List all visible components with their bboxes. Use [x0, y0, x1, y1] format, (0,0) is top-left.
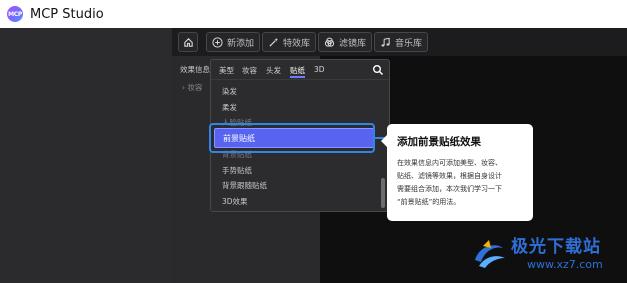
- home-button[interactable]: [178, 32, 198, 52]
- toolbar: 新添加 特效库 滤镜库 音乐库: [172, 28, 627, 56]
- app-window: MCP MCP Studio 新添加 特效库 滤镜库 音乐库 效果信息 › 妆容: [0, 0, 627, 283]
- filter-library-button[interactable]: 滤镜库: [318, 32, 373, 52]
- callout-line: 在效果信息内可添加美型、妆容、: [397, 159, 502, 167]
- music-note-icon: [381, 37, 390, 47]
- watermark: 极光下载站 www.xz7.com: [469, 232, 619, 278]
- plus-circle-icon: [212, 36, 223, 48]
- add-new-button[interactable]: 新添加: [206, 32, 261, 52]
- effects-library-label: 特效库: [283, 38, 311, 49]
- aurora-logo-icon: [475, 240, 505, 268]
- add-new-label: 新添加: [227, 38, 255, 49]
- tab-makeup[interactable]: 妆容: [242, 65, 257, 76]
- effect-info-label: 效果信息: [180, 65, 210, 74]
- watermark-title: 极光下载站: [511, 237, 601, 257]
- tab-hair[interactable]: 头发: [266, 65, 281, 76]
- makeup-row[interactable]: › 妆容: [182, 82, 202, 93]
- tab-stickers[interactable]: 贴纸: [290, 65, 305, 78]
- tab-3d[interactable]: 3D: [314, 65, 325, 74]
- effects-library-button[interactable]: 特效库: [262, 32, 317, 52]
- highlight-frame: [209, 123, 375, 153]
- callout-line: “前景贴纸”的用法。: [397, 198, 461, 206]
- callout-body: 在效果信息内可添加美型、妆容、 贴纸、滤镜等效果，根据自身设计 需要组合添加，本…: [397, 157, 523, 209]
- dropdown-scrollbar[interactable]: [381, 178, 385, 208]
- home-icon: [183, 37, 193, 47]
- callout-line: 贴纸、滤镜等效果，根据自身设计: [397, 172, 502, 180]
- music-library-button[interactable]: 音乐库: [374, 32, 429, 52]
- filter-library-label: 滤镜库: [339, 38, 367, 49]
- list-item-background-follow-sticker[interactable]: 背景跟随贴纸: [222, 180, 267, 191]
- tab-beauty-shape[interactable]: 美型: [219, 65, 234, 76]
- filter-icon: [324, 37, 335, 47]
- list-item-3d-effect[interactable]: 3D效果: [222, 196, 248, 207]
- watermark-url: www.xz7.com: [527, 258, 603, 271]
- callout-title: 添加前景贴纸效果: [397, 136, 481, 148]
- list-item-hair-dye[interactable]: 染发: [222, 86, 237, 97]
- music-library-label: 音乐库: [395, 38, 423, 49]
- left-preview-pane: [0, 28, 172, 283]
- search-icon[interactable]: [372, 64, 384, 76]
- list-item-gesture-sticker[interactable]: 手势贴纸: [222, 165, 252, 176]
- app-logo-icon: MCP: [7, 6, 23, 22]
- dropdown-tabs: 美型 妆容 头发 贴纸 3D: [211, 60, 389, 80]
- list-item-soft-hair[interactable]: 柔发: [222, 102, 237, 113]
- tutorial-callout: 添加前景贴纸效果 在效果信息内可添加美型、妆容、 贴纸、滤镜等效果，根据自身设计…: [381, 124, 533, 221]
- callout-line: 需要组合添加，本次我们学习一下: [397, 185, 502, 193]
- title-bar: MCP MCP Studio: [0, 0, 627, 28]
- app-title: MCP Studio: [30, 6, 104, 22]
- magic-wand-icon: [269, 37, 279, 47]
